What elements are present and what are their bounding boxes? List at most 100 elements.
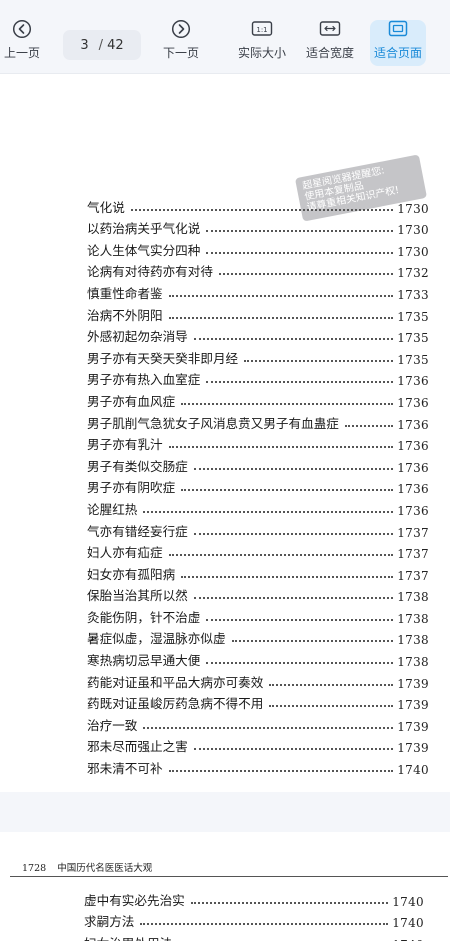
toc-entry: 保胎当治其所以然 1738 <box>87 583 429 605</box>
toc-entry-page: 1736 <box>397 395 429 410</box>
toc-leader-dots <box>218 273 394 276</box>
fit-page-button[interactable]: 适合页面 <box>371 18 425 68</box>
toc-entry-title: 寒热病切忌早通大便 <box>87 653 201 669</box>
chevron-right-circle-icon <box>170 18 192 40</box>
next-page-button[interactable]: 下一页 <box>160 18 202 68</box>
toc-entry: 灸能伤阴，针不治虚 1738 <box>87 604 429 626</box>
current-page-number[interactable]: 3 <box>80 38 88 53</box>
actual-size-icon: 1:1 <box>251 18 273 40</box>
toc-entry-page: 1739 <box>397 676 429 691</box>
toc-entry-page: 1736 <box>397 460 429 475</box>
toc-leader-dots <box>206 662 394 665</box>
toc-entry-title: 药能对证虽和平品大病亦可奏效 <box>87 674 264 690</box>
toc-entry-page: 1732 <box>397 266 429 281</box>
toc-leader-dots <box>269 705 394 708</box>
toc-leader-dots <box>193 597 394 600</box>
toc-entry-page: 1730 <box>397 244 429 259</box>
toc-entry-page: 1736 <box>397 417 429 432</box>
toc-leader-dots <box>168 446 394 449</box>
toc-leader-dots <box>193 532 394 535</box>
toc-entry-page: 1730 <box>397 201 429 216</box>
toc-entry: 虚中有实必先治实 1740 <box>84 887 424 909</box>
toc-entry-title: 男子亦有乳汁 <box>87 437 163 453</box>
toc-leader-dots <box>244 359 394 362</box>
toc-entry-title: 男子亦有血风症 <box>87 393 176 409</box>
toc-leader-dots <box>168 316 394 319</box>
toc-entry-title: 男子肌削气急犹女子风消息贲又男子有血蛊症 <box>87 415 339 431</box>
fit-page-icon <box>387 18 409 40</box>
toc-leader-dots <box>344 424 394 427</box>
toc-entry-page: 1738 <box>397 611 429 626</box>
toc-leader-dots <box>143 510 394 513</box>
prev-page-button[interactable]: 上一页 <box>2 18 42 68</box>
toc-leader-dots <box>206 251 394 254</box>
toc-leader-dots <box>206 618 394 621</box>
toc-entry-page: 1739 <box>397 719 429 734</box>
toc-entry-page: 1737 <box>397 525 429 540</box>
toc-entry-page: 1736 <box>397 503 429 518</box>
toc-entry: 治疗一致 1739 <box>87 712 429 734</box>
toc-entry-page: 1739 <box>397 698 429 713</box>
toc-entry-title: 邪未清不可补 <box>87 761 163 777</box>
toc-list: 气化说 1730 以药治病关乎气化说 1730 论人生体气实分四种 1730 论病有对待药亦… <box>87 194 429 777</box>
toc-entry-page: 1739 <box>397 741 429 756</box>
toc-entry-title: 外感初起勿杂消导 <box>87 329 188 345</box>
toc-entry-title: 论病有对待药亦有对待 <box>87 264 213 280</box>
toc-entry-title: 保胎当治其所以然 <box>87 588 188 604</box>
toc-entry-title: 论腥红热 <box>87 501 138 517</box>
toc-entry: 论腥红热 1736 <box>87 496 429 518</box>
actual-size-button[interactable]: 1:1 实际大小 <box>235 18 289 68</box>
toc-leader-dots <box>206 230 394 233</box>
page-gap <box>0 792 450 832</box>
toc-entry-page: 1738 <box>397 655 429 670</box>
toc-entry: 男子有类似交肠症 1736 <box>87 453 429 475</box>
toc-entry-title: 虚中有实必先治实 <box>84 892 185 908</box>
page-number: 1728 <box>22 863 47 874</box>
toc-entry: 男子亦有天癸天癸非即月经 1735 <box>87 345 429 367</box>
toc-entry-page: 1738 <box>397 590 429 605</box>
toc-entry-title: 慎重性命者鉴 <box>87 285 163 301</box>
toc-entry: 气化说 1730 <box>87 194 429 216</box>
toc-entry-page: 1740 <box>397 763 429 778</box>
toc-entry: 论人生体气实分四种 1730 <box>87 237 429 259</box>
toc-leader-dots <box>181 575 394 578</box>
toc-entry-page: 1736 <box>397 374 429 389</box>
toc-entry-title: 妇女治胃处用法 <box>84 933 172 941</box>
toc-entry: 妇女亦有孤阳病 1737 <box>87 561 429 583</box>
chevron-left-circle-icon <box>11 18 33 40</box>
toc-entry: 药既对证虽峻厉药急病不得不用 1739 <box>87 691 429 713</box>
toc-entry: 论病有对待药亦有对待 1732 <box>87 259 429 281</box>
next-page-label: 下一页 <box>162 46 199 60</box>
page-indicator[interactable]: 3 / 42 <box>63 30 141 60</box>
page-separator: / <box>98 37 104 53</box>
running-header: 1728 中国历代名医医话大观 <box>22 860 152 874</box>
total-pages: 42 <box>107 37 124 53</box>
toc-entry: 妇人亦有疝症 1737 <box>87 540 429 561</box>
toc-entry: 暑症似虚，湿温脉亦似虚 1738 <box>87 626 429 648</box>
fit-page-label: 适合页面 <box>373 46 422 60</box>
toc-entry: 气亦有错经妄行症 1737 <box>87 518 429 540</box>
running-title: 中国历代名医医话大观 <box>57 863 153 874</box>
toc-entry: 男子亦有热入血室症 1736 <box>87 367 429 389</box>
toc-entry: 求嗣方法 1740 <box>84 909 424 930</box>
toc-entry-title: 男子亦有阴吹症 <box>87 480 176 496</box>
toc-entry-page: 1735 <box>397 309 429 324</box>
toc-leader-dots <box>168 294 394 297</box>
toc-entry-title: 论人生体气实分四种 <box>87 242 201 258</box>
toc-entry-title: 药既对证虽峻厉药急病不得不用 <box>87 696 264 712</box>
toc-entry: 慎重性命者鉴 1733 <box>87 280 429 302</box>
toc-leader-dots <box>181 402 394 405</box>
fit-width-button[interactable]: 适合宽度 <box>303 18 357 68</box>
toc-entry-title: 治疗一致 <box>87 717 138 733</box>
toc-entry: 男子肌削气急犹女子风消息贲又男子有血蛊症 1736 <box>87 410 429 432</box>
toc-entry-page: 1738 <box>397 633 429 648</box>
toc-entry: 药能对证虽和平品大病亦可奏效 1739 <box>87 669 429 691</box>
toc-leader-dots <box>193 748 394 751</box>
toc-leader-dots <box>143 726 394 729</box>
fit-width-icon <box>319 18 341 40</box>
toc-entry: 以药治病关乎气化说 1730 <box>87 216 429 237</box>
toc-entry: 治病不外阴阳 1735 <box>87 302 429 324</box>
toc-entry: 外感初起勿杂消导 1735 <box>87 324 429 345</box>
toc-entry-page: 1740 <box>392 894 424 909</box>
toc-entry-title: 妇女亦有孤阳病 <box>87 566 176 582</box>
